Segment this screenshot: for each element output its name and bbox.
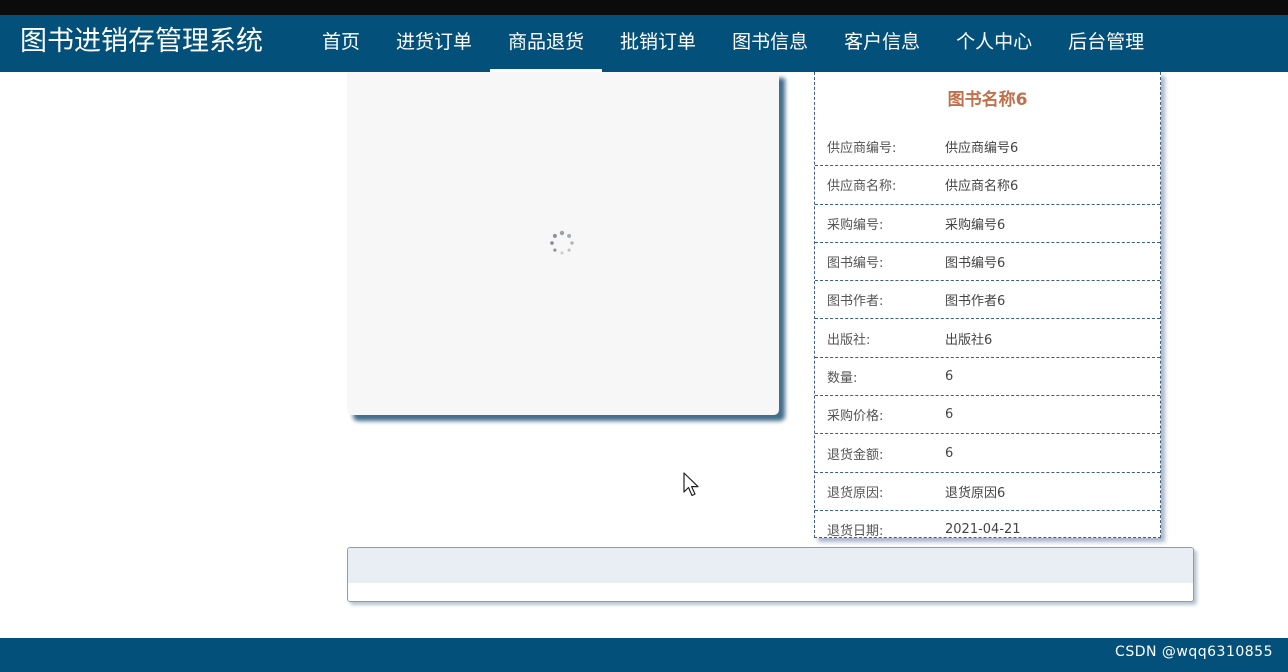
detail-label: 采购价格: <box>827 409 884 425</box>
detail-row-supplier-name: 供应商名称: 供应商名称6 <box>815 166 1160 205</box>
nav-product-returns[interactable]: 商品退货 <box>490 15 603 72</box>
nav-book-info[interactable]: 图书信息 <box>714 15 826 72</box>
detail-row-book-id: 图书编号: 图书编号6 <box>815 243 1160 282</box>
detail-value: 图书编号6 <box>945 256 1006 272</box>
detail-label: 退货日期: <box>827 524 884 540</box>
nav-customer-info[interactable]: 客户信息 <box>826 15 938 72</box>
detail-label: 供应商名称: <box>827 179 897 195</box>
nav-home[interactable]: 首页 <box>304 15 378 72</box>
detail-row-author: 图书作者: 图书作者6 <box>815 281 1160 320</box>
content-footer-box <box>347 547 1194 602</box>
detail-value: 6 <box>945 407 954 423</box>
detail-row-return-amount: 退货金额: 6 <box>815 434 1160 473</box>
mouse-pointer-icon <box>683 472 699 497</box>
site-brand[interactable]: 图书进销存管理系统 <box>20 24 263 60</box>
nav-user-center[interactable]: 个人中心 <box>938 15 1050 72</box>
detail-label: 出版社: <box>827 332 871 348</box>
nav-wholesale-orders[interactable]: 批销订单 <box>602 15 714 72</box>
window-top-strip <box>0 0 1288 15</box>
detail-label: 供应商编号: <box>827 141 897 157</box>
detail-value: 6 <box>945 368 954 384</box>
loading-spinner-icon <box>550 230 574 255</box>
book-title: 图书名称6 <box>947 90 1028 110</box>
detail-row-supplier-id: 供应商编号: 供应商编号6 <box>815 128 1160 167</box>
detail-value: 采购编号6 <box>945 217 1006 233</box>
detail-row-purchase-id: 采购编号: 采购编号6 <box>815 205 1160 243</box>
detail-label: 图书编号: <box>827 256 884 272</box>
detail-row-return-date: 退货日期: 2021-04-21 <box>815 511 1160 548</box>
detail-value: 供应商编号6 <box>945 141 1019 157</box>
detail-label: 数量: <box>827 370 858 386</box>
detail-value: 2021-04-21 <box>945 522 1021 538</box>
detail-label: 图书作者: <box>827 294 884 310</box>
detail-label: 退货原因: <box>827 485 884 501</box>
nav-purchase-orders[interactable]: 进货订单 <box>378 15 490 72</box>
main-nav: 首页 进货订单 商品退货 批销订单 图书信息 客户信息 个人中心 后台管理 <box>304 15 1162 72</box>
detail-row-return-reason: 退货原因: 退货原因6 <box>815 473 1160 511</box>
detail-value: 出版社6 <box>945 332 993 348</box>
nav-admin[interactable]: 后台管理 <box>1050 15 1162 72</box>
csdn-watermark: CSDN @wqq6310855 <box>1115 644 1273 660</box>
detail-value: 图书作者6 <box>945 294 1006 310</box>
detail-value: 供应商名称6 <box>945 179 1019 195</box>
footer-box-header <box>348 548 1193 583</box>
detail-row-publisher: 出版社: 出版社6 <box>815 319 1160 358</box>
detail-row-purchase-price: 采购价格: 6 <box>815 396 1160 435</box>
detail-label: 退货金额: <box>827 447 884 463</box>
detail-row-quantity: 数量: 6 <box>815 358 1160 397</box>
bottom-bar: CSDN @wqq6310855 <box>0 638 1288 672</box>
return-detail-panel: 图书名称6 供应商编号: 供应商编号6 供应商名称: 供应商名称6 采购编号: … <box>814 72 1161 539</box>
top-navbar: 图书进销存管理系统 首页 进货订单 商品退货 批销订单 图书信息 客户信息 个人… <box>0 15 1288 72</box>
detail-value: 退货原因6 <box>945 485 1006 501</box>
detail-value: 6 <box>945 445 954 461</box>
detail-label: 采购编号: <box>827 217 884 233</box>
